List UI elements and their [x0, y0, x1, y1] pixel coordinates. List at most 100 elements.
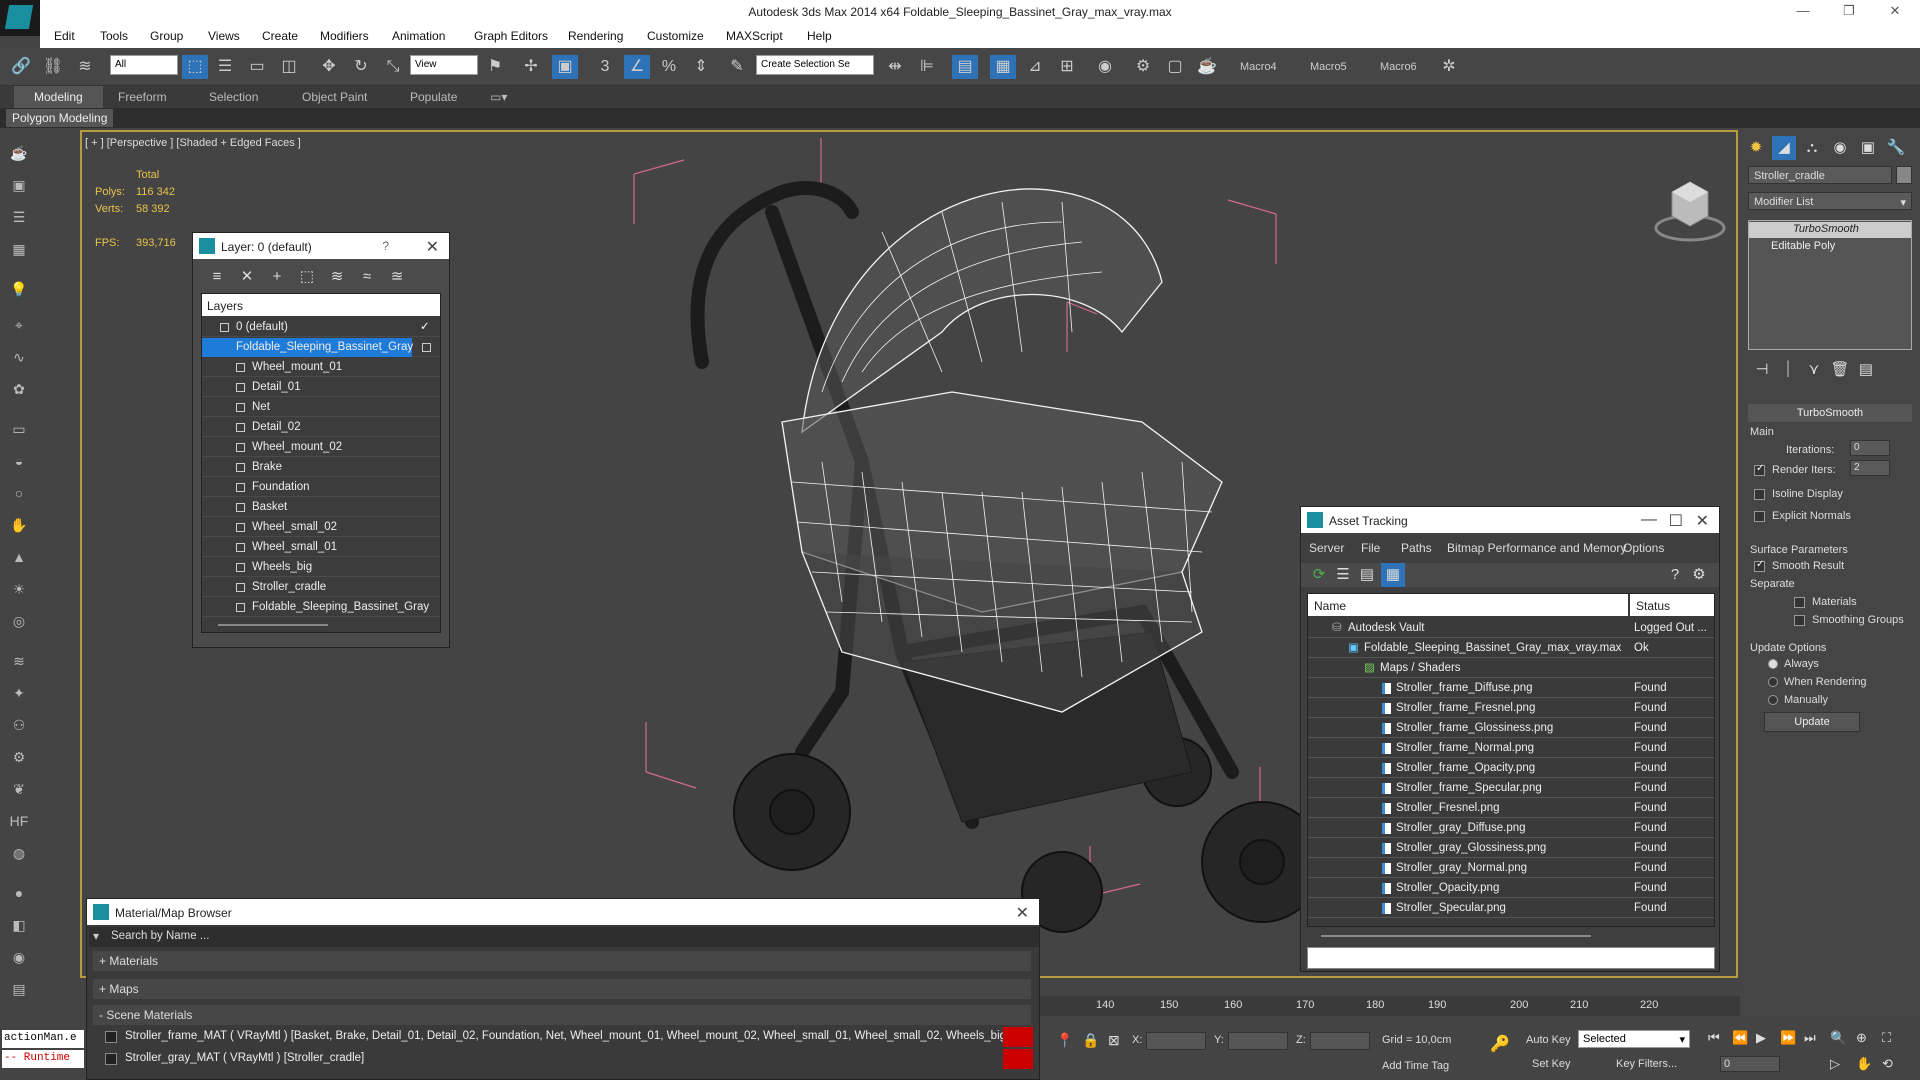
- table-row[interactable]: ⛁ Autodesk Vault Logged Out ...: [1308, 618, 1714, 638]
- transform-mode-icon[interactable]: ⊠: [1108, 1032, 1120, 1049]
- select-manipulate-icon[interactable]: ✢: [518, 55, 544, 79]
- orbit-icon[interactable]: ⟲: [1882, 1056, 1893, 1072]
- select-by-name-icon[interactable]: ☰: [212, 55, 238, 79]
- lock-icon[interactable]: 🔒: [1082, 1032, 1099, 1049]
- play-icon[interactable]: ▶: [1756, 1030, 1766, 1046]
- selection-filter-dropdown[interactable]: All: [110, 55, 178, 75]
- asset-maximize-button[interactable]: ☐: [1669, 511, 1683, 531]
- gear-icon-2[interactable]: ⚙: [7, 746, 31, 768]
- remove-modifier-icon[interactable]: 🗑: [1828, 358, 1852, 382]
- viewport-label[interactable]: [ + ] [Perspective ] [Shaded + Edged Fac…: [85, 137, 301, 149]
- create-tab-icon[interactable]: ✹: [1744, 136, 1768, 160]
- render-frame-icon[interactable]: ▢: [1162, 55, 1188, 79]
- scene-explorer-icon[interactable]: ☰: [7, 206, 31, 228]
- next-frame-icon[interactable]: ⏩: [1780, 1030, 1796, 1046]
- maps-section[interactable]: + Maps: [93, 979, 1031, 999]
- snap-toggle-icon[interactable]: 3: [592, 55, 618, 79]
- separate-smoothing-checkbox[interactable]: [1794, 615, 1805, 626]
- object-row[interactable]: Foldable_Sleeping_Bassinet_Gray: [202, 598, 440, 617]
- help-icon[interactable]: ?: [1663, 563, 1687, 587]
- close-button[interactable]: ✕: [1880, 3, 1910, 21]
- pin-stack-icon[interactable]: ⊣: [1750, 358, 1774, 382]
- key-selection-dropdown[interactable]: Selected ▾: [1578, 1030, 1690, 1048]
- highlight-layer-icon[interactable]: ≋: [325, 265, 349, 289]
- object-row[interactable]: Wheels_big: [202, 558, 440, 577]
- x-coord-field[interactable]: [1146, 1032, 1206, 1050]
- asset-menu-paths[interactable]: Paths: [1401, 541, 1432, 555]
- teapot-icon[interactable]: ☕: [7, 142, 31, 164]
- material-editor-icon[interactable]: ◉: [1092, 55, 1118, 79]
- menu-tools[interactable]: Tools: [100, 29, 128, 43]
- field-of-view-icon[interactable]: ▷: [1830, 1056, 1840, 1072]
- macro4-button[interactable]: Macro4: [1240, 61, 1277, 73]
- pan-icon[interactable]: ✋: [1856, 1056, 1872, 1072]
- align-icon[interactable]: ⊫: [914, 55, 940, 79]
- object-row[interactable]: Foundation: [202, 478, 440, 497]
- object-row[interactable]: Net: [202, 398, 440, 417]
- window-crossing-icon[interactable]: ◫: [276, 55, 302, 79]
- layer-panel-titlebar[interactable]: Layer: 0 (default) ? ✕: [193, 233, 449, 259]
- object-row[interactable]: Basket: [202, 498, 440, 517]
- render-iters-spinner[interactable]: 2: [1850, 460, 1890, 476]
- minimize-button[interactable]: —: [1788, 3, 1818, 21]
- refresh-icon[interactable]: ⟳: [1307, 563, 1331, 587]
- pin-icon[interactable]: 📍: [1056, 1032, 1073, 1049]
- add-time-tag-button[interactable]: Add Time Tag: [1382, 1060, 1449, 1072]
- help-button[interactable]: ?: [382, 239, 389, 253]
- mirror-icon[interactable]: ⇹: [882, 55, 908, 79]
- bind-space-warp-icon[interactable]: ≋: [72, 55, 98, 79]
- reference-coord-dropdown[interactable]: View: [410, 55, 478, 75]
- menu-help[interactable]: Help: [807, 29, 832, 43]
- separate-materials-checkbox[interactable]: [1794, 597, 1805, 608]
- key-filters-button[interactable]: Key Filters...: [1616, 1058, 1677, 1070]
- plant-icon[interactable]: ❦: [7, 778, 31, 800]
- asset-path-field[interactable]: [1307, 947, 1715, 969]
- edit-named-selection-icon[interactable]: ✎: [724, 55, 750, 79]
- zoom-extents-icon[interactable]: ⛶: [1882, 1030, 1891, 1046]
- object-row[interactable]: Detail_02: [202, 418, 440, 437]
- menu-animation[interactable]: Animation: [392, 29, 445, 43]
- asset-menu-options[interactable]: Options: [1623, 541, 1664, 555]
- asset-close-button[interactable]: ✕: [1696, 511, 1709, 531]
- globe-icon[interactable]: ●: [7, 882, 31, 904]
- polygon-modeling-panel[interactable]: Polygon Modeling: [6, 109, 114, 127]
- render-frame-icon-2[interactable]: ▣: [7, 174, 31, 196]
- move-icon[interactable]: ✥: [316, 55, 342, 79]
- table-row[interactable]: Stroller_frame_Fresnel.png Found: [1308, 698, 1714, 718]
- tab-populate[interactable]: Populate: [410, 90, 457, 104]
- iterations-spinner[interactable]: 0: [1850, 440, 1890, 456]
- viewcube-icon[interactable]: [1650, 172, 1730, 252]
- prev-frame-icon[interactable]: ⏪: [1732, 1030, 1748, 1046]
- hide-layers-icon[interactable]: ≈: [355, 265, 379, 289]
- tab-freeform[interactable]: Freeform: [118, 90, 167, 104]
- table-row[interactable]: Stroller_gray_Glossiness.png Found: [1308, 838, 1714, 858]
- script-icon[interactable]: ▤: [7, 978, 31, 1000]
- material-browser-titlebar[interactable]: Material/Map Browser ✕: [87, 899, 1039, 925]
- spline-icon[interactable]: ∿: [7, 346, 31, 368]
- display-tab-icon[interactable]: ▣: [1856, 136, 1880, 160]
- render-iters-checkbox[interactable]: [1754, 463, 1765, 476]
- menu-customize[interactable]: Customize: [647, 29, 704, 43]
- object-row[interactable]: Brake: [202, 458, 440, 477]
- render-setup-icon[interactable]: ⚙: [1130, 55, 1156, 79]
- update-always-radio[interactable]: [1768, 659, 1778, 669]
- smooth-result-checkbox[interactable]: [1754, 559, 1765, 572]
- select-in-layer-icon[interactable]: ⬚: [295, 265, 319, 289]
- viewport-icon[interactable]: ◉: [7, 946, 31, 968]
- zoom-all-icon[interactable]: ⊕: [1856, 1030, 1867, 1046]
- set-key-button[interactable]: Set Key: [1532, 1058, 1571, 1070]
- object-row[interactable]: Wheel_small_01: [202, 538, 440, 557]
- go-to-start-icon[interactable]: ⏮: [1708, 1030, 1720, 1046]
- freeze-layers-icon[interactable]: ≊: [385, 265, 409, 289]
- grid-view-icon[interactable]: ▦: [1381, 563, 1405, 587]
- spinner-snap-icon[interactable]: ⇕: [688, 55, 714, 79]
- graphite-toggle-icon[interactable]: ▦: [990, 55, 1016, 79]
- select-object-icon[interactable]: ⬚: [182, 55, 208, 79]
- modify-tab-icon[interactable]: ◢: [1772, 136, 1796, 160]
- asset-scrollbar[interactable]: [1321, 935, 1591, 937]
- timeline-ruler[interactable]: 140 150 160 170 180 190 200 210 220: [1040, 996, 1740, 1016]
- object-row[interactable]: Stroller_cradle: [202, 578, 440, 597]
- tab-modeling[interactable]: Modeling: [14, 86, 103, 108]
- cone-icon[interactable]: ▲: [7, 546, 31, 568]
- schematic-view-icon[interactable]: ⊞: [1054, 55, 1080, 79]
